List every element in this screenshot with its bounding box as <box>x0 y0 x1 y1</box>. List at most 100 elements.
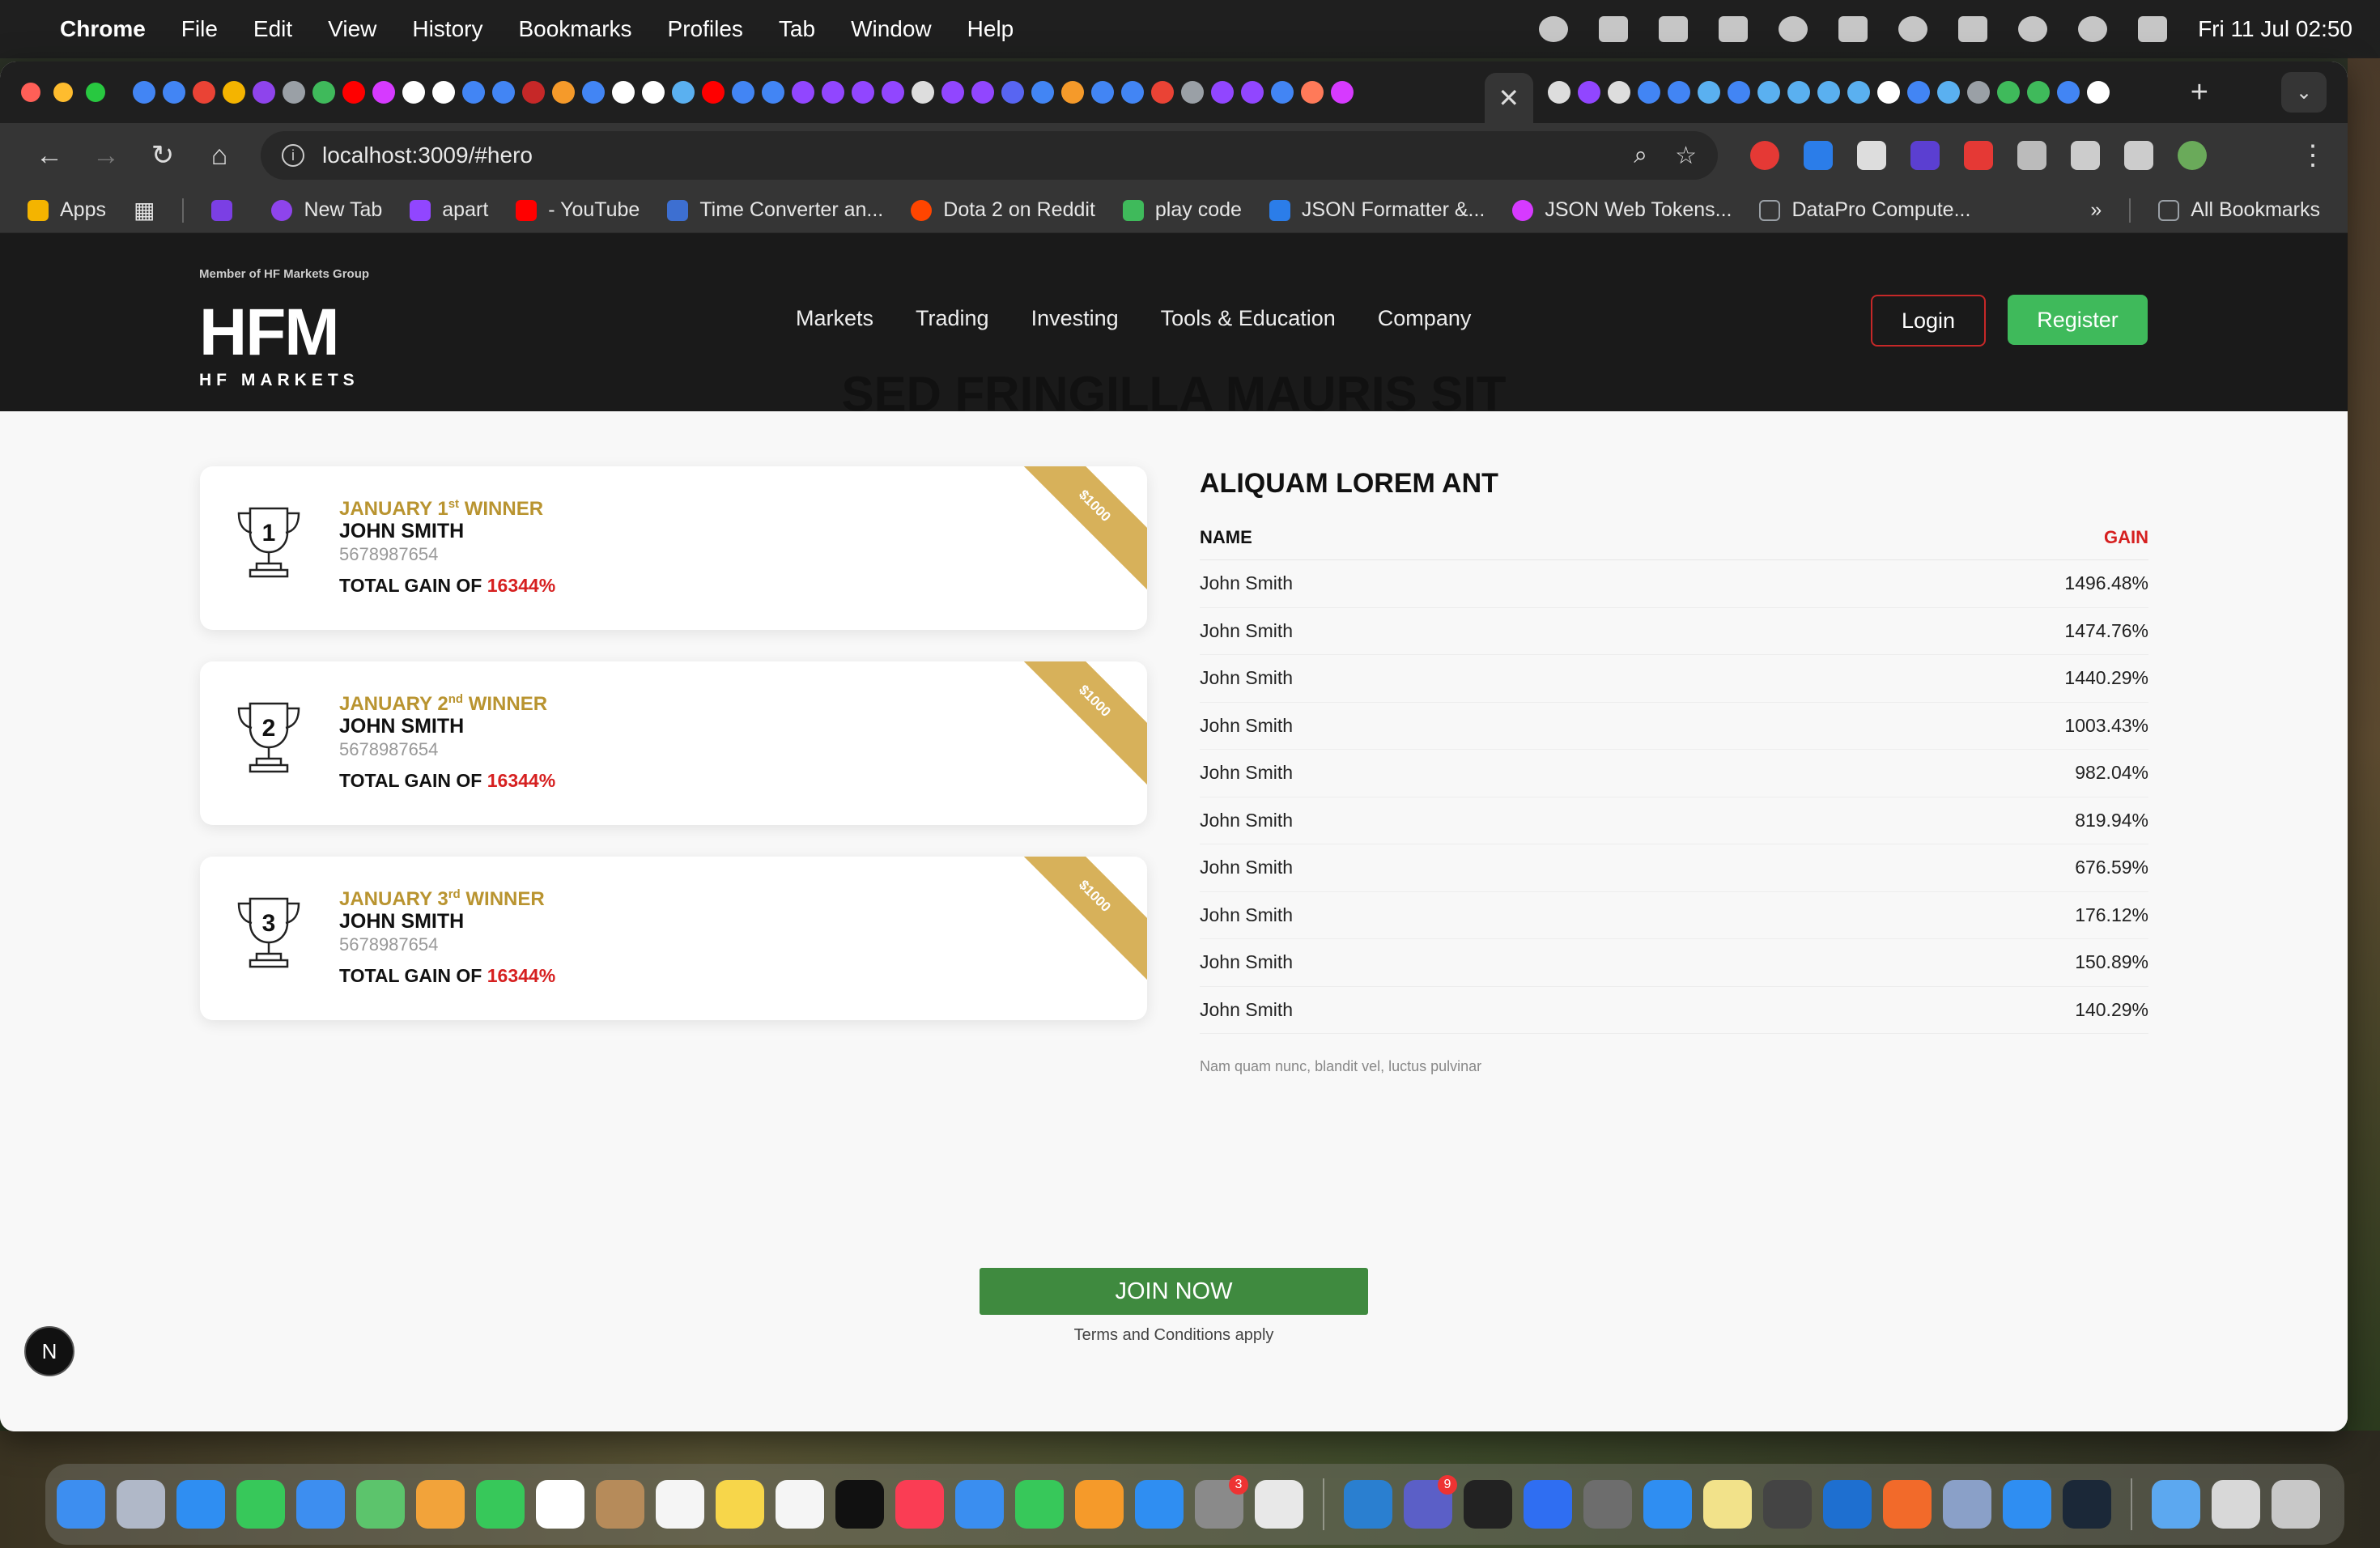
dock-facetime-icon[interactable] <box>476 1480 525 1529</box>
tab-favicon[interactable] <box>912 81 934 104</box>
menu-view[interactable]: View <box>328 16 376 42</box>
dock-maps-icon[interactable] <box>356 1480 405 1529</box>
bolt-bookmark-icon[interactable] <box>211 199 244 221</box>
dock-freeform-icon[interactable] <box>776 1480 824 1529</box>
join-now-button[interactable]: JOIN NOW <box>980 1268 1368 1315</box>
menu-tab[interactable]: Tab <box>779 16 815 42</box>
tab-favicon[interactable] <box>432 81 455 104</box>
forward-icon[interactable]: → <box>78 140 134 172</box>
tab-favicon[interactable] <box>822 81 844 104</box>
tab-favicon[interactable] <box>1876 81 1900 104</box>
dock-system-settings-icon[interactable]: 3 <box>1195 1475 1248 1529</box>
bookmark-new-tab[interactable]: New Tab <box>271 198 382 222</box>
tab-favicon[interactable] <box>762 81 784 104</box>
tab-favicon[interactable] <box>1637 81 1660 104</box>
menu-history[interactable]: History <box>412 16 482 42</box>
tab-favicon[interactable] <box>1547 81 1570 104</box>
tab-favicon[interactable] <box>702 81 725 104</box>
dock-notes-icon[interactable] <box>716 1480 764 1529</box>
tab-favicon[interactable] <box>1001 81 1024 104</box>
bookmark-youtube[interactable]: - YouTube <box>516 198 640 222</box>
tab-favicon[interactable] <box>1121 81 1144 104</box>
tab-favicon[interactable] <box>1906 81 1930 104</box>
globe-icon[interactable] <box>1539 16 1569 42</box>
reload-icon[interactable]: ↻ <box>134 139 191 172</box>
nav-trading[interactable]: Trading <box>916 306 989 331</box>
tab-favicon[interactable] <box>732 81 754 104</box>
tab-groups-icon[interactable]: ▦ <box>134 197 155 223</box>
menu-edit[interactable]: Edit <box>253 16 292 42</box>
teams-status-icon[interactable] <box>1659 16 1689 42</box>
tab-favicon[interactable] <box>312 81 335 104</box>
tab-favicon[interactable] <box>882 81 904 104</box>
tab-favicon[interactable] <box>1787 81 1810 104</box>
app-menu[interactable]: Chrome <box>60 16 146 42</box>
dock-windows-app-icon[interactable] <box>2003 1480 2051 1529</box>
wifi-icon[interactable] <box>2018 16 2048 42</box>
dock-pencil-icon[interactable] <box>1883 1480 1932 1529</box>
mountain-extension-icon[interactable] <box>1857 141 1886 170</box>
dock-downloads-icon[interactable] <box>2152 1480 2200 1529</box>
tab-favicon[interactable] <box>253 81 275 104</box>
dock-calendar-icon[interactable] <box>536 1480 584 1529</box>
outlook-status-icon[interactable] <box>1599 16 1629 42</box>
tab-favicon[interactable] <box>1757 81 1780 104</box>
tab-favicon[interactable] <box>1331 81 1354 104</box>
nav-investing[interactable]: Investing <box>1031 306 1119 331</box>
nextjs-dev-badge[interactable]: N <box>24 1326 74 1376</box>
tab-favicon[interactable] <box>1607 81 1630 104</box>
dock-reminders-icon[interactable] <box>656 1480 704 1529</box>
windows-status-icon[interactable] <box>1719 16 1749 42</box>
spotlight-search-icon[interactable] <box>2078 16 2108 42</box>
dock-app-store-icon[interactable] <box>1135 1480 1184 1529</box>
menu-help[interactable]: Help <box>967 16 1014 42</box>
bookmark-time-converter[interactable]: Time Converter an... <box>667 198 883 222</box>
hex-extension-icon[interactable] <box>1910 141 1940 170</box>
profile-avatar-icon[interactable] <box>2178 141 2207 170</box>
tab-favicon[interactable] <box>402 81 425 104</box>
dock-finder-icon[interactable] <box>57 1480 105 1529</box>
bookmark-json-formatter[interactable]: JSON Formatter &... <box>1269 198 1485 222</box>
bookmark-json-web-tokens[interactable]: JSON Web Tokens... <box>1512 198 1732 222</box>
tab-favicon[interactable] <box>1211 81 1234 104</box>
tab-favicon[interactable] <box>462 81 485 104</box>
site-info-icon[interactable]: i <box>282 144 304 167</box>
tab-favicon[interactable] <box>522 81 545 104</box>
tab-favicon[interactable] <box>1061 81 1084 104</box>
address-bar[interactable]: i localhost:3009/#hero ⌕ ☆ <box>261 131 1718 180</box>
adblock-extension-icon[interactable] <box>1750 141 1779 170</box>
active-tab[interactable]: ✕ <box>1484 73 1533 123</box>
tab-favicon[interactable] <box>1817 81 1840 104</box>
close-tab-icon[interactable]: ✕ <box>1498 83 1519 113</box>
battery-icon[interactable] <box>1958 16 1988 42</box>
bookmark-apps[interactable]: Apps <box>28 198 106 222</box>
dock-trash-icon[interactable] <box>2272 1480 2320 1529</box>
tab-favicon[interactable] <box>1936 81 1960 104</box>
tab-favicon[interactable] <box>1727 81 1750 104</box>
bookmark-apart[interactable]: apart <box>410 198 488 222</box>
dock-utility-icon[interactable] <box>1763 1480 1812 1529</box>
menu-window[interactable]: Window <box>851 16 932 42</box>
dock-steam-icon[interactable] <box>2063 1480 2111 1529</box>
dock-terminal-icon[interactable] <box>1464 1480 1512 1529</box>
tab-favicon[interactable] <box>1241 81 1264 104</box>
back-icon[interactable]: ← <box>21 140 78 172</box>
tab-favicon[interactable] <box>342 81 365 104</box>
tab-favicon[interactable] <box>193 81 215 104</box>
dock-music-icon[interactable] <box>895 1480 944 1529</box>
all-bookmarks-button[interactable]: All Bookmarks <box>2158 198 2320 222</box>
dock-tunnel-icon[interactable] <box>1524 1480 1572 1529</box>
login-button[interactable]: Login <box>1871 295 1986 347</box>
tab-favicon[interactable] <box>283 81 305 104</box>
bookmark-datapro[interactable]: DataPro Compute... <box>1759 198 1970 222</box>
dock-photos-icon[interactable] <box>416 1480 465 1529</box>
tp-extension-icon[interactable] <box>1964 141 1993 170</box>
dock-vscode-icon[interactable] <box>1344 1480 1392 1529</box>
menu-bookmarks[interactable]: Bookmarks <box>518 16 631 42</box>
dock-keynote-icon[interactable] <box>955 1480 1004 1529</box>
tab-favicon[interactable] <box>1091 81 1114 104</box>
menu-file[interactable]: File <box>181 16 218 42</box>
tab-favicon[interactable] <box>2056 81 2080 104</box>
tab-favicon[interactable] <box>971 81 994 104</box>
dock-stickies-icon[interactable] <box>1703 1480 1752 1529</box>
